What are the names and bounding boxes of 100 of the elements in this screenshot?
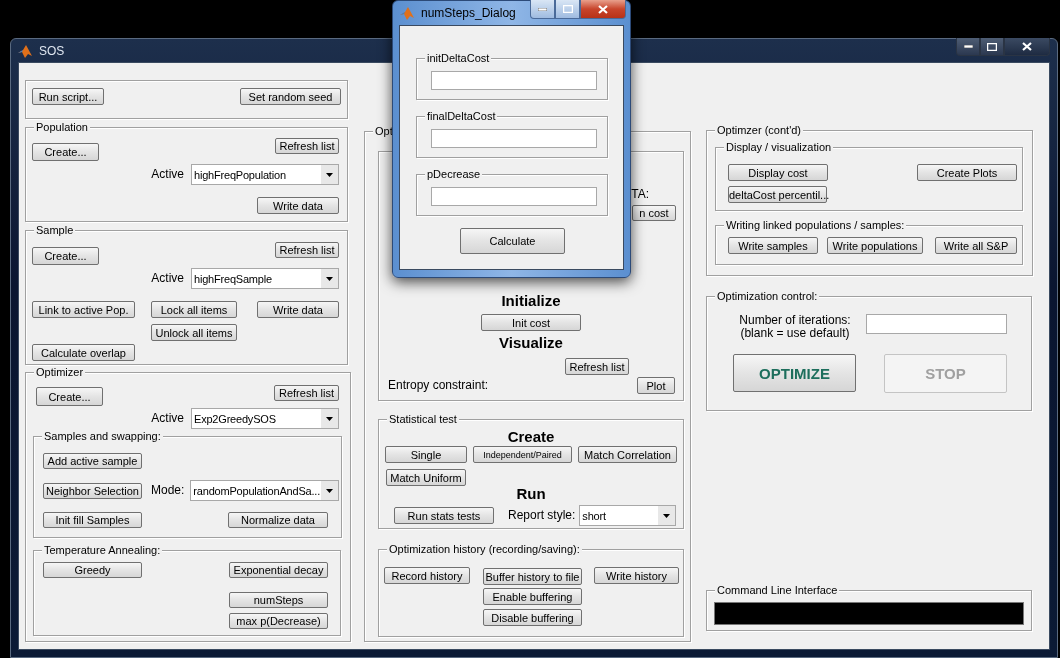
init-cost-button[interactable]: Init cost xyxy=(481,314,581,331)
group-title: pDecrease xyxy=(425,168,483,181)
caret-icon xyxy=(663,513,671,518)
caret-icon xyxy=(326,416,333,421)
group-title: finalDeltaCost xyxy=(425,110,498,123)
neighbor-selection-button[interactable]: Neighbor Selection xyxy=(43,482,142,499)
close-button[interactable] xyxy=(1004,38,1050,56)
close-icon xyxy=(598,4,608,14)
dropdown[interactable]: randomPopulationAndSa... xyxy=(190,480,340,501)
field-label: Mode: xyxy=(151,484,185,497)
group-title: Optimization control: xyxy=(715,290,820,303)
minimize-icon xyxy=(538,7,547,11)
write-data-button[interactable]: Write data xyxy=(257,301,339,318)
group-title: Command Line Interface xyxy=(715,584,840,597)
group-title: Sample xyxy=(34,224,76,237)
peak-icon xyxy=(399,5,415,21)
maximize-button[interactable] xyxy=(980,38,1004,56)
write-button[interactable]: Write all S&P xyxy=(935,237,1017,254)
section-heading: Create xyxy=(507,429,555,445)
section-heading: Initialize xyxy=(501,293,561,309)
plot-button[interactable]: Plot xyxy=(637,377,675,394)
refresh-list-button[interactable]: Refresh list xyxy=(565,358,629,375)
group-title: Optimzer (cont'd) xyxy=(715,124,803,137)
group-title: Display / visualization xyxy=(724,141,834,154)
maximize-button[interactable] xyxy=(555,0,580,19)
calculate-button[interactable]: Calculate xyxy=(460,228,565,254)
display-cost-button[interactable]: Display cost xyxy=(728,164,828,181)
write-history-button[interactable]: Write history xyxy=(594,567,679,584)
dropdown[interactable]: highFreqPopulation xyxy=(191,164,339,185)
cost-button[interactable]: n cost xyxy=(632,205,676,221)
minimize-button[interactable] xyxy=(956,38,980,56)
unlock-items-button[interactable]: Unlock all items xyxy=(151,324,237,341)
add-sample-button[interactable]: Add active sample xyxy=(43,453,142,469)
field-label: Report style: xyxy=(508,509,576,522)
group-title: Statistical test xyxy=(387,413,459,426)
match-uniform-button[interactable]: Match Uniform xyxy=(386,469,466,486)
optimize-button[interactable]: OPTIMIZE xyxy=(733,354,856,392)
group-title: Population xyxy=(34,121,90,134)
refresh-list-button[interactable]: Refresh list xyxy=(274,385,339,401)
max-p-button[interactable]: max p(Decrease) xyxy=(229,613,328,629)
enable-buffering-button[interactable]: Enable buffering xyxy=(483,588,582,605)
maximize-icon xyxy=(987,42,997,51)
refresh-list-button[interactable]: Refresh list xyxy=(275,242,339,258)
normalize-button[interactable]: Normalize data xyxy=(228,512,328,528)
group-title: initDeltaCost xyxy=(425,52,492,65)
create-button[interactable]: Create... xyxy=(32,247,99,265)
record-history-button[interactable]: Record history xyxy=(384,567,470,584)
close-icon xyxy=(1022,42,1032,51)
write-data-button[interactable]: Write data xyxy=(257,197,339,214)
write-button[interactable]: Write samples xyxy=(728,237,818,254)
percentile-button[interactable]: deltaCost percentil... xyxy=(728,186,827,203)
calculate-overlap-button[interactable]: Calculate overlap xyxy=(32,344,135,361)
field-label: Active xyxy=(151,168,184,181)
group-title: Writing linked populations / samples: xyxy=(724,219,907,232)
create-plots-button[interactable]: Create Plots xyxy=(917,164,1017,181)
write-button[interactable]: Write populations xyxy=(827,237,923,254)
field-label: Active xyxy=(151,412,184,425)
minimize-button[interactable] xyxy=(530,0,555,19)
single-button[interactable]: Single xyxy=(385,446,467,463)
caret-icon xyxy=(326,276,333,281)
greedy-button[interactable]: Greedy xyxy=(43,562,142,578)
group-title: Temperature Annealing: xyxy=(42,544,163,557)
run-script-button[interactable]: Run script... xyxy=(32,88,104,105)
run-tests-button[interactable]: Run stats tests xyxy=(394,507,494,524)
group-title: Optimization history (recording/saving): xyxy=(387,543,582,556)
iterations-field[interactable] xyxy=(866,314,1007,334)
window-title: SOS xyxy=(39,43,65,58)
input-field[interactable] xyxy=(431,187,597,206)
exponential-decay-button[interactable]: Exponential decay xyxy=(229,562,328,578)
input-field[interactable] xyxy=(431,129,597,148)
disable-buffering-button[interactable]: Disable buffering xyxy=(483,609,582,626)
caret-icon xyxy=(326,172,333,177)
maximize-icon xyxy=(562,5,573,13)
iterations-label: Number of iterations: xyxy=(738,314,852,327)
input-field[interactable] xyxy=(431,71,597,90)
num-steps-button[interactable]: numSteps xyxy=(229,592,328,608)
iterations-note: (blank = use default) xyxy=(739,327,851,340)
caret-icon xyxy=(326,488,334,493)
link-button[interactable]: Link to active Pop. xyxy=(32,301,135,318)
set-seed-button[interactable]: Set random seed xyxy=(240,88,341,105)
match-correlation-button[interactable]: Match Correlation xyxy=(578,446,677,463)
group-title: Optimizer xyxy=(34,366,86,379)
dropdown[interactable]: Exp2GreedySOS xyxy=(191,408,339,429)
create-button[interactable]: Create... xyxy=(32,143,99,161)
section-heading: Visualize xyxy=(499,335,563,351)
command-line-field[interactable] xyxy=(714,602,1024,625)
section-heading: Run xyxy=(516,486,546,502)
dropdown[interactable]: highFreqSample xyxy=(191,268,339,289)
independent-paired-button[interactable]: Independent/Paired xyxy=(473,446,572,463)
minimize-icon xyxy=(963,45,973,48)
dropdown[interactable]: short xyxy=(579,505,677,526)
window-title: numSteps_Dialog xyxy=(421,6,516,20)
init-fill-button[interactable]: Init fill Samples xyxy=(43,512,142,528)
group-title: Samples and swapping: xyxy=(42,430,163,443)
buffer-history-button[interactable]: Buffer history to file xyxy=(483,568,582,585)
lock-items-button[interactable]: Lock all items xyxy=(151,301,237,318)
field-label: Active xyxy=(151,272,184,285)
group-title: Opt xyxy=(373,125,395,138)
create-button[interactable]: Create... xyxy=(36,387,103,406)
refresh-list-button[interactable]: Refresh list xyxy=(275,138,339,154)
